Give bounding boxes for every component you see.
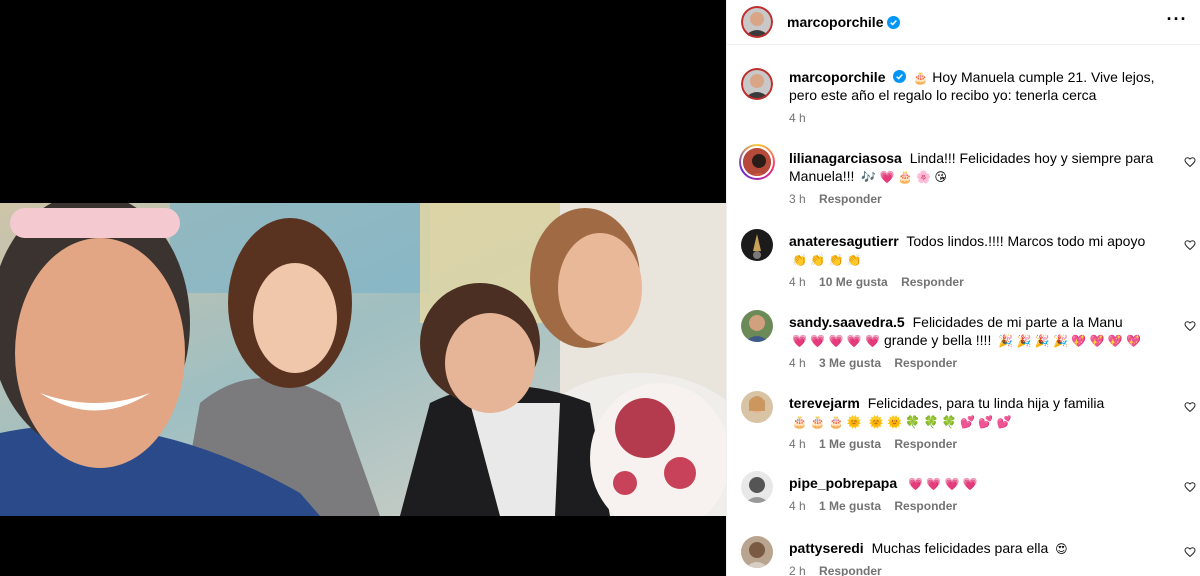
comment-emojis: 💗 💗 💗 💗 💗 (792, 334, 881, 348)
like-heart-icon[interactable] (1184, 239, 1196, 251)
post-photo[interactable] (0, 203, 726, 516)
comment-likes[interactable]: 3 Me gusta (819, 356, 881, 370)
commenter-avatar[interactable] (739, 144, 775, 180)
reply-button[interactable]: Responder (819, 192, 882, 206)
comment-likes[interactable]: 1 Me gusta (819, 499, 881, 513)
comment-username[interactable]: sandy.saavedra.5 (789, 314, 905, 330)
comment-time[interactable]: 4 h (789, 356, 806, 370)
comment-username[interactable]: pattyseredi (789, 540, 864, 556)
comment-meta: 2 h Responder (789, 563, 1169, 576)
comment-likes[interactable]: 1 Me gusta (819, 437, 881, 451)
comment-meta: 3 h Responder (789, 191, 1169, 207)
comment-text: Muchas felicidades para ella (871, 540, 1049, 556)
comment-text: Todos lindos.!!!! Marcos todo mi apoyo (906, 233, 1146, 249)
comment-time[interactable]: 4 h (789, 275, 806, 289)
comment-likes[interactable]: 10 Me gusta (819, 275, 888, 289)
caption-emoji: 🎂 (913, 71, 929, 85)
comment-meta: 4 h 3 Me gusta Responder (789, 355, 1169, 371)
verified-badge-icon (887, 15, 901, 29)
caption-username[interactable]: marcoporchile (789, 69, 885, 85)
like-heart-icon[interactable] (1184, 546, 1196, 558)
comment-emojis: 😍 (1055, 542, 1068, 556)
comment-meta: 4 h 10 Me gusta Responder (789, 274, 1169, 290)
commenter-avatar[interactable] (741, 310, 773, 342)
verified-badge-icon (893, 70, 907, 83)
comment-meta: 4 h 1 Me gusta Responder (789, 436, 1169, 452)
comment-emojis: 💗 💗 💗 💗 (908, 477, 978, 491)
author-avatar[interactable] (741, 68, 773, 100)
reply-button[interactable]: Responder (894, 499, 957, 513)
reply-button[interactable]: Responder (894, 356, 957, 370)
commenter-avatar[interactable] (741, 471, 773, 503)
comment-username[interactable]: pipe_pobrepapa (789, 475, 897, 491)
like-heart-icon[interactable] (1184, 401, 1196, 413)
comment-username[interactable]: anateresagutierr (789, 233, 899, 249)
comment-text: Felicidades de mi parte a la Manu (912, 314, 1123, 330)
post-dialog: marcoporchile ··· marcoporchile 🎂 Hoy Ma… (0, 0, 1200, 576)
commenter-avatar[interactable] (741, 229, 773, 261)
post-media[interactable] (0, 0, 726, 576)
like-heart-icon[interactable] (1184, 481, 1196, 493)
comment-emojis-continued: 🎉 🎉 🎉 🎉 💖 💖 💖 💖 (998, 334, 1142, 348)
comment-username[interactable]: lilianagarciasosa (789, 150, 902, 166)
reply-button[interactable]: Responder (894, 437, 957, 451)
comment-username[interactable]: terevejarm (789, 395, 860, 411)
comment-emojis: 👏 👏 👏 👏 (792, 253, 862, 267)
caption-time[interactable]: 4 h (789, 111, 806, 125)
more-options-button[interactable]: ··· (1166, 10, 1188, 32)
comment-time[interactable]: 4 h (789, 437, 806, 451)
like-heart-icon[interactable] (1184, 156, 1196, 168)
comment-text-continued: grande y bella !!!! (883, 332, 992, 348)
post-sidebar: marcoporchile ··· marcoporchile 🎂 Hoy Ma… (726, 0, 1200, 576)
commenter-avatar[interactable] (741, 536, 773, 568)
comment-meta: 4 h 1 Me gusta Responder (789, 498, 1169, 514)
reply-button[interactable]: Responder (901, 275, 964, 289)
author-avatar[interactable] (741, 6, 773, 38)
comment-emojis: 🎶 💗 🎂 🌸 😘 (861, 170, 947, 184)
post-header: marcoporchile ··· (727, 0, 1200, 45)
caption-meta: 4 h (789, 110, 1169, 126)
like-heart-icon[interactable] (1184, 320, 1196, 332)
comment-time[interactable]: 2 h (789, 564, 806, 576)
comment-time[interactable]: 3 h (789, 192, 806, 206)
comment-text: Felicidades, para tu linda hija y famili… (867, 395, 1105, 411)
reply-button[interactable]: Responder (819, 564, 882, 576)
family-selfie-image (0, 203, 726, 516)
commenter-avatar[interactable] (741, 391, 773, 423)
comment-time[interactable]: 4 h (789, 499, 806, 513)
comment-emojis-continued: 🌞 🌞 🍀 🍀 🍀 💕 💕 💕 (868, 415, 1012, 429)
comment-emojis: 🎂 🎂 🎂 🌞 (792, 415, 862, 429)
author-username[interactable]: marcoporchile (787, 14, 883, 30)
